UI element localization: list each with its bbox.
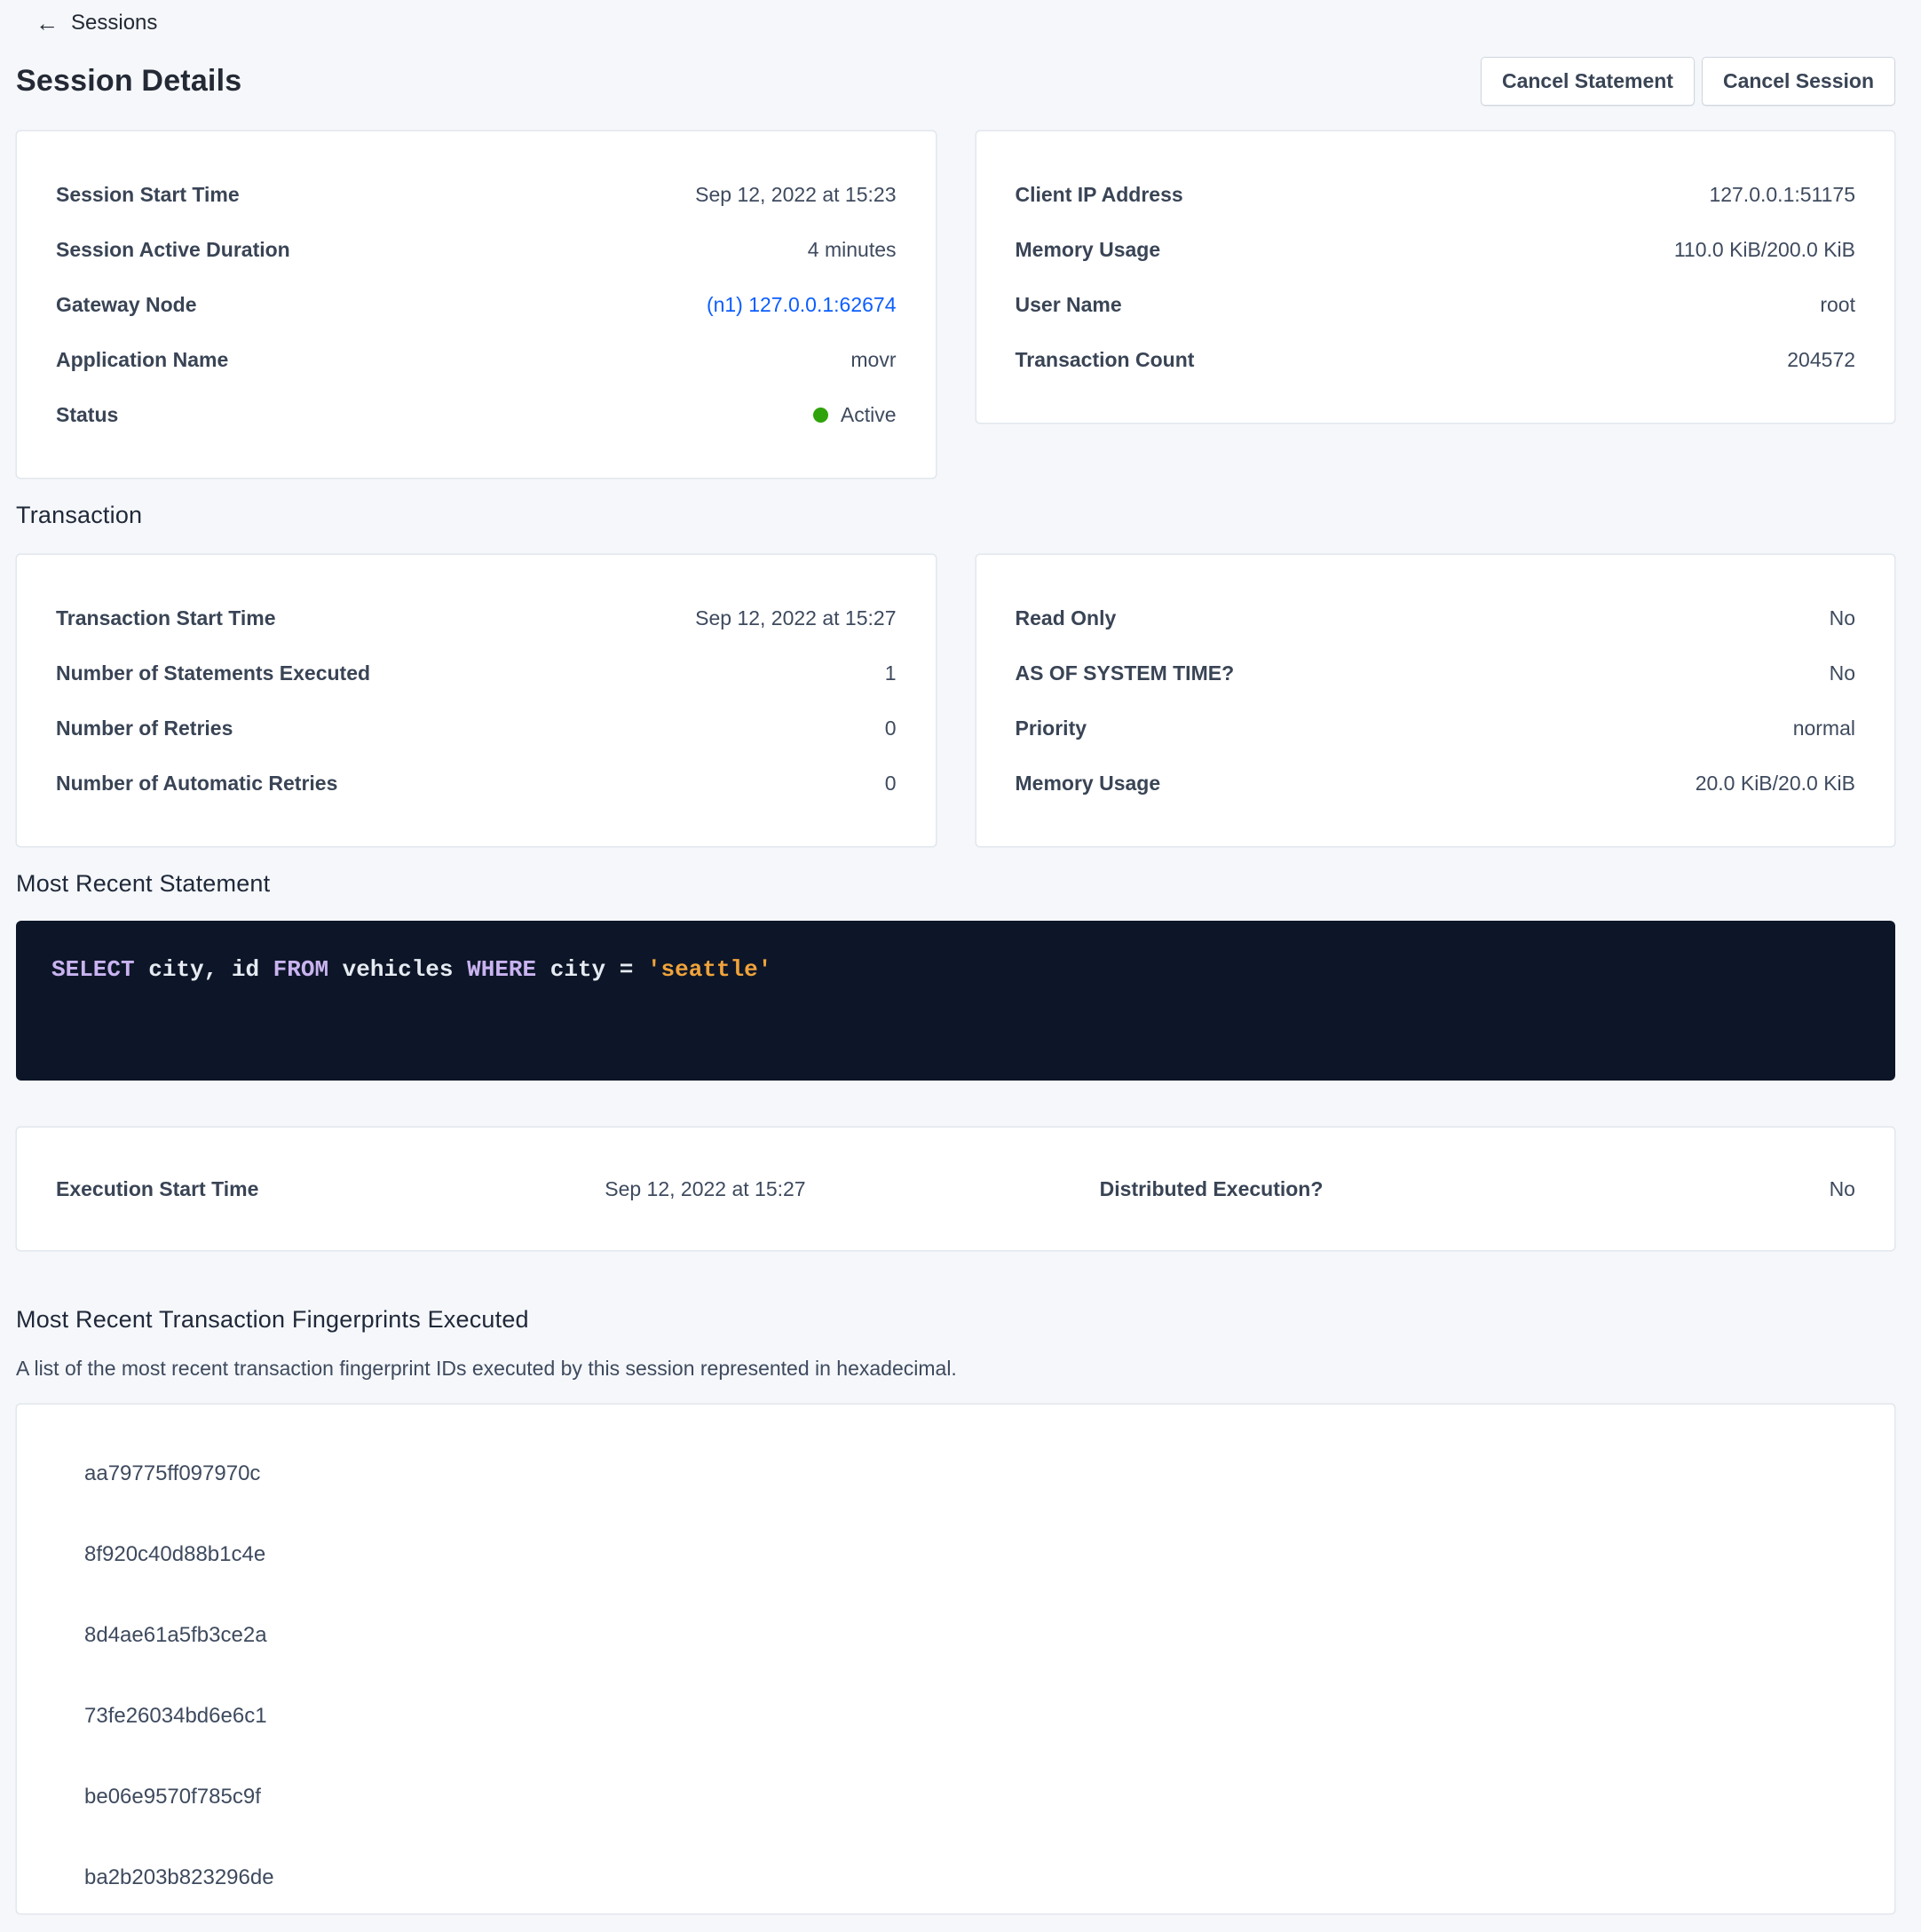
gateway-node-label: Gateway Node: [56, 293, 197, 317]
distributed-execution-value: No: [1603, 1177, 1855, 1201]
user-name-label: User Name: [1016, 293, 1122, 317]
session-start-time-value: Sep 12, 2022 at 15:23: [695, 183, 896, 207]
as-of-system-time-label: AS OF SYSTEM TIME?: [1016, 661, 1235, 685]
transaction-count-label: Transaction Count: [1016, 348, 1195, 372]
read-only-label: Read Only: [1016, 606, 1117, 630]
sql-keyword: SELECT: [51, 956, 135, 983]
statements-executed-label: Number of Statements Executed: [56, 661, 370, 685]
priority-label: Priority: [1016, 717, 1087, 740]
automatic-retries-label: Number of Automatic Retries: [56, 772, 337, 796]
table-row: Gateway Node (n1) 127.0.0.1:62674: [56, 277, 897, 332]
execution-start-time-label: Execution Start Time: [56, 1177, 605, 1201]
table-row: User Name root: [1016, 277, 1856, 332]
status-active-dot-icon: [813, 408, 828, 423]
table-row: Memory Usage 110.0 KiB/200.0 KiB: [1016, 222, 1856, 277]
automatic-retries-value: 0: [885, 772, 897, 796]
memory-usage-value: 110.0 KiB/200.0 KiB: [1674, 238, 1855, 262]
sql-text: city, id: [135, 956, 273, 983]
transaction-info-card: Transaction Start Time Sep 12, 2022 at 1…: [16, 554, 937, 847]
transaction-count-value: 204572: [1787, 348, 1855, 372]
as-of-system-time-value: No: [1830, 661, 1855, 685]
sql-keyword: WHERE: [467, 956, 536, 983]
session-summary-row: Session Start Time Sep 12, 2022 at 15:23…: [16, 131, 1895, 479]
table-row: Read Only No: [1016, 590, 1856, 645]
client-ip-label: Client IP Address: [1016, 183, 1183, 207]
distributed-execution-label: Distributed Execution?: [1100, 1177, 1604, 1201]
session-info-card: Session Start Time Sep 12, 2022 at 15:23…: [16, 131, 937, 479]
transaction-start-time-label: Transaction Start Time: [56, 606, 276, 630]
sql-text: vehicles: [328, 956, 467, 983]
table-row: Client IP Address 127.0.0.1:51175: [1016, 167, 1856, 222]
fingerprints-section-heading: Most Recent Transaction Fingerprints Exe…: [16, 1306, 1895, 1334]
cancel-session-button[interactable]: Cancel Session: [1702, 57, 1895, 106]
sql-text: city =: [536, 956, 647, 983]
transaction-summary-row: Transaction Start Time Sep 12, 2022 at 1…: [16, 554, 1895, 847]
statement-section-heading: Most Recent Statement: [16, 870, 1895, 898]
fingerprints-description: A list of the most recent transaction fi…: [16, 1357, 1895, 1381]
table-row: Session Start Time Sep 12, 2022 at 15:23: [56, 167, 897, 222]
status-value: Active: [841, 403, 897, 427]
page-header: Session Details Cancel Statement Cancel …: [16, 57, 1895, 106]
table-row: Session Active Duration 4 minutes: [56, 222, 897, 277]
table-row: Status Active: [56, 387, 897, 442]
txn-memory-usage-label: Memory Usage: [1016, 772, 1161, 796]
breadcrumb[interactable]: ← Sessions: [16, 9, 157, 36]
sql-string-literal: 'seattle': [647, 956, 771, 983]
user-name-value: root: [1820, 293, 1855, 317]
priority-value: normal: [1793, 717, 1855, 740]
back-arrow-icon: ←: [36, 12, 59, 35]
table-row: AS OF SYSTEM TIME? No: [1016, 645, 1856, 701]
header-actions: Cancel Statement Cancel Session: [1481, 57, 1895, 106]
list-item: 8d4ae61a5fb3ce2a: [17, 1595, 1894, 1675]
statements-executed-value: 1: [885, 661, 897, 685]
execution-start-time-value: Sep 12, 2022 at 15:27: [605, 1177, 1099, 1201]
cancel-statement-button[interactable]: Cancel Statement: [1481, 57, 1695, 106]
status-badge: Active: [813, 403, 897, 427]
txn-memory-usage-value: 20.0 KiB/20.0 KiB: [1696, 772, 1855, 796]
application-name-value: movr: [850, 348, 896, 372]
table-row: Transaction Start Time Sep 12, 2022 at 1…: [56, 590, 897, 645]
read-only-value: No: [1830, 606, 1855, 630]
sql-keyword: FROM: [273, 956, 328, 983]
transaction-section-heading: Transaction: [16, 502, 1895, 529]
sql-statement: SELECT city, id FROM vehicles WHERE city…: [51, 954, 1860, 985]
list-item: 73fe26034bd6e6c1: [17, 1675, 1894, 1756]
list-item: 8f920c40d88b1c4e: [17, 1514, 1894, 1595]
list-item: be06e9570f785c9f: [17, 1756, 1894, 1837]
session-start-time-label: Session Start Time: [56, 183, 240, 207]
page-title: Session Details: [16, 64, 241, 99]
table-row: Number of Automatic Retries 0: [56, 756, 897, 811]
table-row: Transaction Count 204572: [1016, 332, 1856, 387]
execution-info-card: Execution Start Time Sep 12, 2022 at 15:…: [16, 1127, 1895, 1251]
transaction-props-card: Read Only No AS OF SYSTEM TIME? No Prior…: [976, 554, 1896, 847]
session-active-duration-label: Session Active Duration: [56, 238, 290, 262]
retries-value: 0: [885, 717, 897, 740]
client-info-card: Client IP Address 127.0.0.1:51175 Memory…: [976, 131, 1896, 424]
application-name-label: Application Name: [56, 348, 228, 372]
session-details-page: ← Sessions Session Details Cancel Statem…: [0, 0, 1921, 1914]
session-active-duration-value: 4 minutes: [808, 238, 897, 262]
list-item: aa79775ff097970c: [17, 1433, 1894, 1514]
table-row: Number of Statements Executed 1: [56, 645, 897, 701]
table-row: Application Name movr: [56, 332, 897, 387]
retries-label: Number of Retries: [56, 717, 233, 740]
table-row: Number of Retries 0: [56, 701, 897, 756]
sql-statement-box: SELECT city, id FROM vehicles WHERE city…: [16, 921, 1895, 1081]
client-ip-value: 127.0.0.1:51175: [1709, 183, 1855, 207]
transaction-start-time-value: Sep 12, 2022 at 15:27: [695, 606, 896, 630]
fingerprints-card: aa79775ff097970c 8f920c40d88b1c4e 8d4ae6…: [16, 1404, 1895, 1914]
table-row: Priority normal: [1016, 701, 1856, 756]
table-row: Memory Usage 20.0 KiB/20.0 KiB: [1016, 756, 1856, 811]
list-item: ba2b203b823296de: [17, 1837, 1894, 1914]
breadcrumb-label: Sessions: [71, 11, 157, 36]
status-label: Status: [56, 403, 118, 427]
gateway-node-link[interactable]: (n1) 127.0.0.1:62674: [707, 293, 897, 317]
memory-usage-label: Memory Usage: [1016, 238, 1161, 262]
